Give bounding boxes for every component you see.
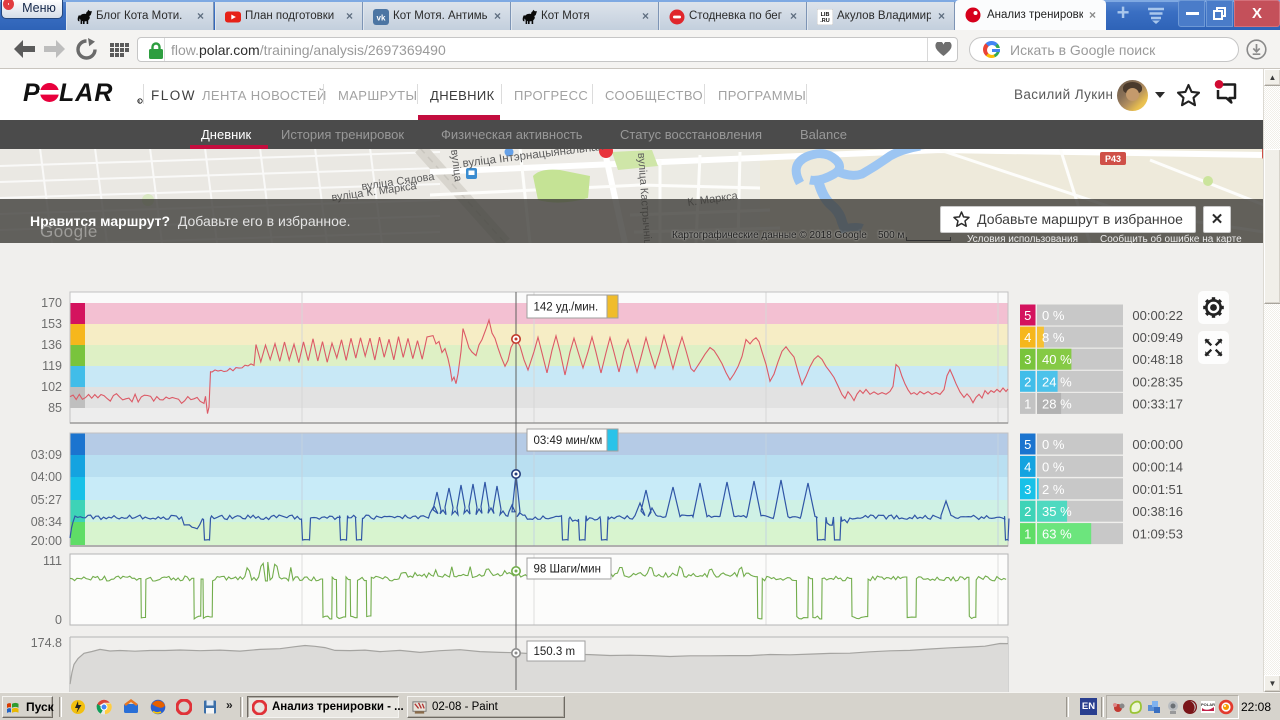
svg-text:119: 119 <box>42 359 62 373</box>
svg-text:153: 153 <box>41 317 62 331</box>
svg-text:174.8: 174.8 <box>31 636 62 650</box>
svg-text:2 %: 2 % <box>1042 482 1065 497</box>
svg-text:3: 3 <box>1024 482 1031 497</box>
svg-text:00:00:14: 00:00:14 <box>1132 459 1183 474</box>
svg-text:00:09:49: 00:09:49 <box>1132 330 1183 345</box>
svg-text:03:09: 03:09 <box>31 448 62 462</box>
svg-text:40 %: 40 % <box>1042 352 1072 367</box>
svg-text:0 %: 0 % <box>1042 308 1065 323</box>
svg-text:111: 111 <box>43 554 62 568</box>
svg-text:3: 3 <box>1024 352 1031 367</box>
svg-text:2: 2 <box>1024 374 1031 389</box>
svg-text:28 %: 28 % <box>1042 396 1072 411</box>
svg-text:24 %: 24 % <box>1042 374 1072 389</box>
svg-text:8 %: 8 % <box>1042 330 1065 345</box>
svg-text:150.3 m: 150.3 m <box>534 646 576 658</box>
svg-text:01:09:53: 01:09:53 <box>1132 527 1183 542</box>
svg-text:00:48:18: 00:48:18 <box>1132 352 1183 367</box>
svg-text:POLAR: POLAR <box>1201 702 1215 707</box>
svg-text:P: P <box>23 80 41 106</box>
svg-text:00:00:00: 00:00:00 <box>1132 437 1183 452</box>
svg-text:Р43: Р43 <box>1105 154 1121 164</box>
svg-text:1: 1 <box>1024 396 1031 411</box>
svg-text:5: 5 <box>1024 308 1031 323</box>
svg-text:vk: vk <box>377 14 386 23</box>
svg-text:00:33:17: 00:33:17 <box>1132 396 1183 411</box>
svg-text:136: 136 <box>41 338 62 352</box>
svg-text:04:00: 04:00 <box>31 470 62 484</box>
svg-text:98 Шаги/мин: 98 Шаги/мин <box>534 564 601 576</box>
svg-text:4: 4 <box>1024 330 1031 345</box>
svg-text:08:34: 08:34 <box>31 515 62 529</box>
svg-text:00:38:16: 00:38:16 <box>1132 504 1183 519</box>
svg-text:05:27: 05:27 <box>31 493 62 507</box>
svg-text:102: 102 <box>41 380 62 394</box>
svg-text:5: 5 <box>1024 437 1031 452</box>
svg-text:2: 2 <box>1024 504 1031 519</box>
svg-text:03:49 мин/км: 03:49 мин/км <box>534 435 603 447</box>
svg-text:20:00: 20:00 <box>31 534 62 548</box>
svg-text:0 %: 0 % <box>1042 437 1065 452</box>
svg-text:00:00:22: 00:00:22 <box>1132 308 1183 323</box>
svg-text:35 %: 35 % <box>1042 504 1072 519</box>
svg-text:00:01:51: 00:01:51 <box>1132 482 1183 497</box>
svg-text:0 %: 0 % <box>1042 459 1065 474</box>
svg-text:63 %: 63 % <box>1042 527 1072 542</box>
svg-text:142 уд./мин.: 142 уд./мин. <box>534 302 599 314</box>
svg-text:170: 170 <box>41 296 62 310</box>
svg-text:.RU: .RU <box>820 18 830 24</box>
svg-text:1: 1 <box>1024 527 1031 542</box>
svg-text:LAR: LAR <box>59 80 113 106</box>
svg-text:00:28:35: 00:28:35 <box>1132 374 1183 389</box>
svg-text:4: 4 <box>1024 459 1031 474</box>
svg-text:0: 0 <box>55 613 62 627</box>
svg-text:85: 85 <box>48 401 62 415</box>
